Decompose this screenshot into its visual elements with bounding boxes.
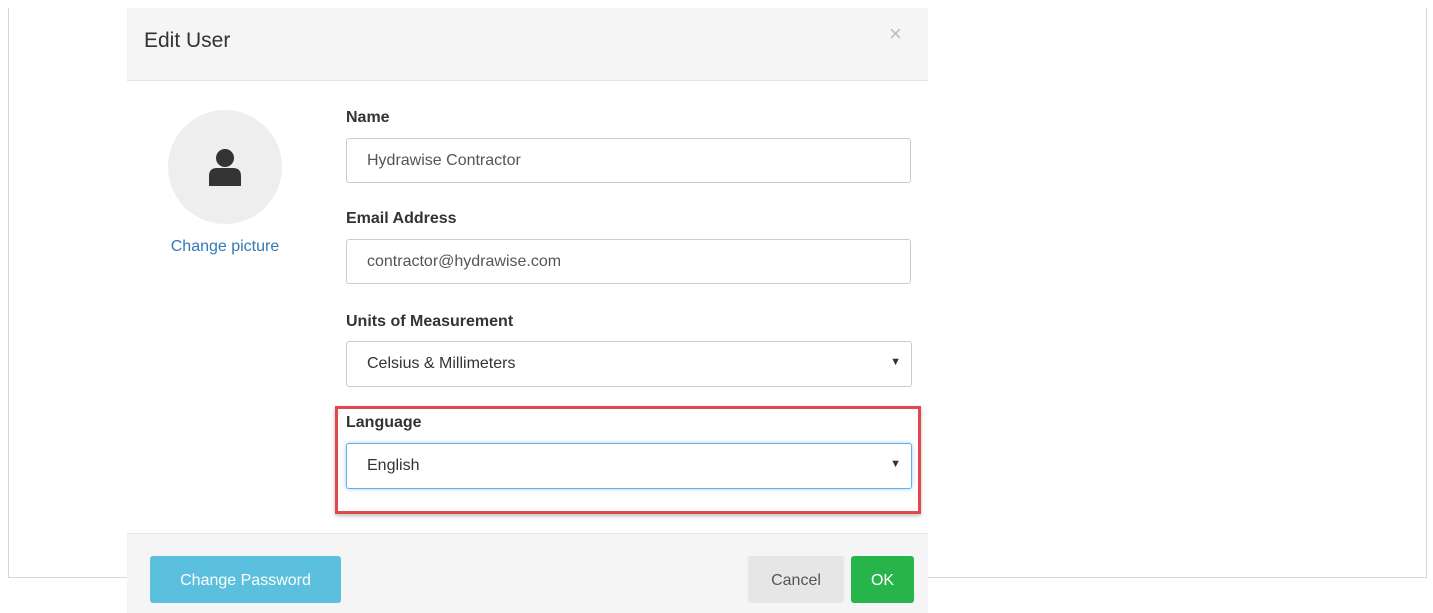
name-input[interactable] <box>346 138 911 183</box>
units-select[interactable]: Celsius & Millimeters ▼ <box>346 341 912 387</box>
email-label: Email Address <box>346 210 457 227</box>
background-panel-left-border <box>8 8 9 578</box>
dialog-title: Edit User <box>144 29 231 52</box>
units-selected-value: Celsius & Millimeters <box>367 355 516 372</box>
language-select[interactable]: English ▼ <box>346 443 912 489</box>
language-label: Language <box>346 414 422 431</box>
dialog-footer: Change Password Cancel OK <box>127 533 928 613</box>
language-selected-value: English <box>367 457 420 474</box>
change-password-button[interactable]: Change Password <box>150 556 341 603</box>
email-input[interactable] <box>346 239 911 284</box>
ok-button[interactable]: OK <box>851 556 914 603</box>
edit-user-dialog: Edit User × Change picture Name Email Ad… <box>127 8 928 613</box>
avatar <box>168 110 282 224</box>
background-panel-right-border <box>1426 8 1427 578</box>
dropdown-arrow-icon: ▼ <box>890 458 901 470</box>
page: Edit User × Change picture Name Email Ad… <box>0 0 1433 613</box>
change-picture-link[interactable]: Change picture <box>148 238 302 256</box>
dropdown-arrow-icon: ▼ <box>890 356 901 368</box>
user-icon <box>209 149 241 186</box>
units-label: Units of Measurement <box>346 313 514 330</box>
name-label: Name <box>346 109 390 126</box>
cancel-button[interactable]: Cancel <box>748 556 844 603</box>
close-icon[interactable]: × <box>889 22 902 46</box>
dialog-header: Edit User × <box>127 8 928 81</box>
